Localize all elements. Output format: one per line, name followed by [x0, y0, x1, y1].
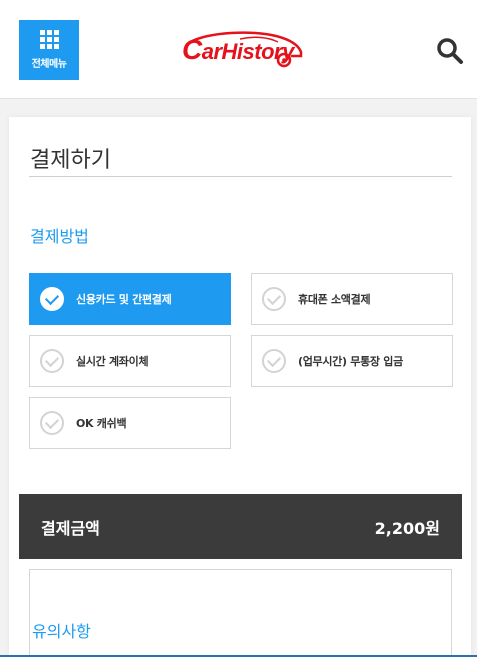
option-label: 실시간 계좌이체 [76, 355, 149, 368]
notice-box: 유의사항 [29, 569, 452, 657]
check-circle-icon [40, 349, 64, 373]
payment-method-label: 결제방법 [30, 227, 89, 246]
check-circle-icon [262, 287, 286, 311]
page-title: 결제하기 [30, 148, 111, 173]
check-circle-icon [40, 411, 64, 435]
search-icon [437, 38, 463, 64]
option-label: 휴대폰 소액결제 [298, 293, 371, 306]
search-button[interactable] [436, 36, 464, 66]
option-credit-card[interactable]: 신용카드 및 간편결제 [29, 273, 231, 325]
option-label: OK 캐쉬백 [76, 417, 127, 430]
total-amount-bar: 결제금액 2,200원 [19, 494, 462, 559]
full-menu-button[interactable]: 전체메뉴 [19, 20, 79, 80]
option-label: 신용카드 및 간편결제 [76, 293, 172, 306]
grid-menu-icon [39, 30, 59, 49]
option-deposit[interactable]: (업무시간) 무통장 입금 [251, 335, 453, 387]
total-value: 2,200원 [374, 518, 440, 538]
check-circle-icon [262, 349, 286, 373]
option-ok-cashbag[interactable]: OK 캐쉬백 [29, 397, 231, 449]
option-label: (업무시간) 무통장 입금 [298, 355, 403, 368]
header: 전체메뉴 CarHistory [0, 0, 477, 99]
menu-label: 전체메뉴 [31, 59, 67, 70]
option-bank-transfer[interactable]: 실시간 계좌이체 [29, 335, 231, 387]
carhistory-logo[interactable]: CarHistory [180, 30, 304, 72]
option-mobile-payment[interactable]: 휴대폰 소액결제 [251, 273, 453, 325]
total-label: 결제금액 [41, 518, 100, 538]
check-circle-icon [40, 287, 64, 311]
logo-text: CarHistory [182, 34, 294, 65]
title-divider [29, 176, 452, 177]
notice-title: 유의사항 [32, 622, 91, 641]
